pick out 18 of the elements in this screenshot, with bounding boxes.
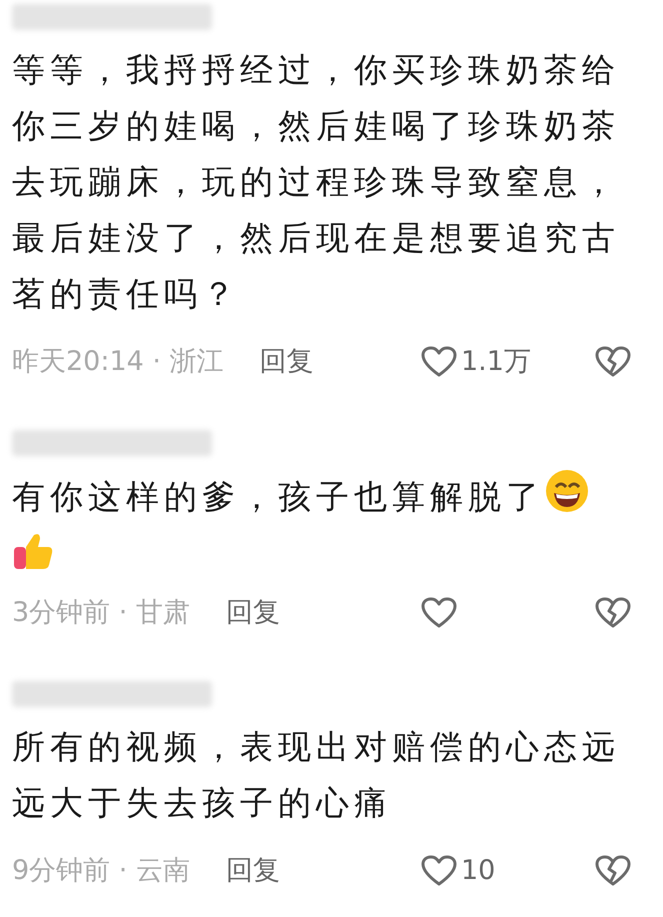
like-count: 10 <box>461 854 496 888</box>
reply-link[interactable]: 回复 <box>226 850 280 892</box>
like-count: 1.1万 <box>461 344 531 379</box>
comment-text: 有你这样的爹，孩子也算解脱了 <box>12 477 544 516</box>
broken-heart-icon[interactable] <box>595 597 631 629</box>
heart-icon[interactable] <box>421 346 457 378</box>
comment-text: 等等，我捋捋经过，你买珍珠奶茶给你三岁的娃喝，然后娃喝了珍珠奶茶去玩蹦床，玩的过程珍珠导致窒息，最后娃没了，然后现在是想要追究古茗的责任吗？ <box>12 50 620 313</box>
reply-link[interactable]: 回复 <box>226 592 280 634</box>
timestamp-location: 昨天20:14 · 浙江 <box>12 344 224 379</box>
comment-text: 所有的视频，表现出对赔偿的心态远远大于失去孩子的心痛 <box>12 727 620 822</box>
reply-link[interactable]: 回复 <box>260 342 314 382</box>
broken-heart-icon[interactable] <box>595 346 631 378</box>
grinning-face-icon <box>544 468 590 514</box>
timestamp-location: 9分钟前 · 云南 <box>12 854 190 888</box>
heart-icon[interactable] <box>421 597 457 629</box>
broken-heart-icon[interactable] <box>595 855 631 887</box>
heart-icon[interactable] <box>421 855 457 887</box>
timestamp-location: 3分钟前 · 甘肃 <box>12 596 190 630</box>
